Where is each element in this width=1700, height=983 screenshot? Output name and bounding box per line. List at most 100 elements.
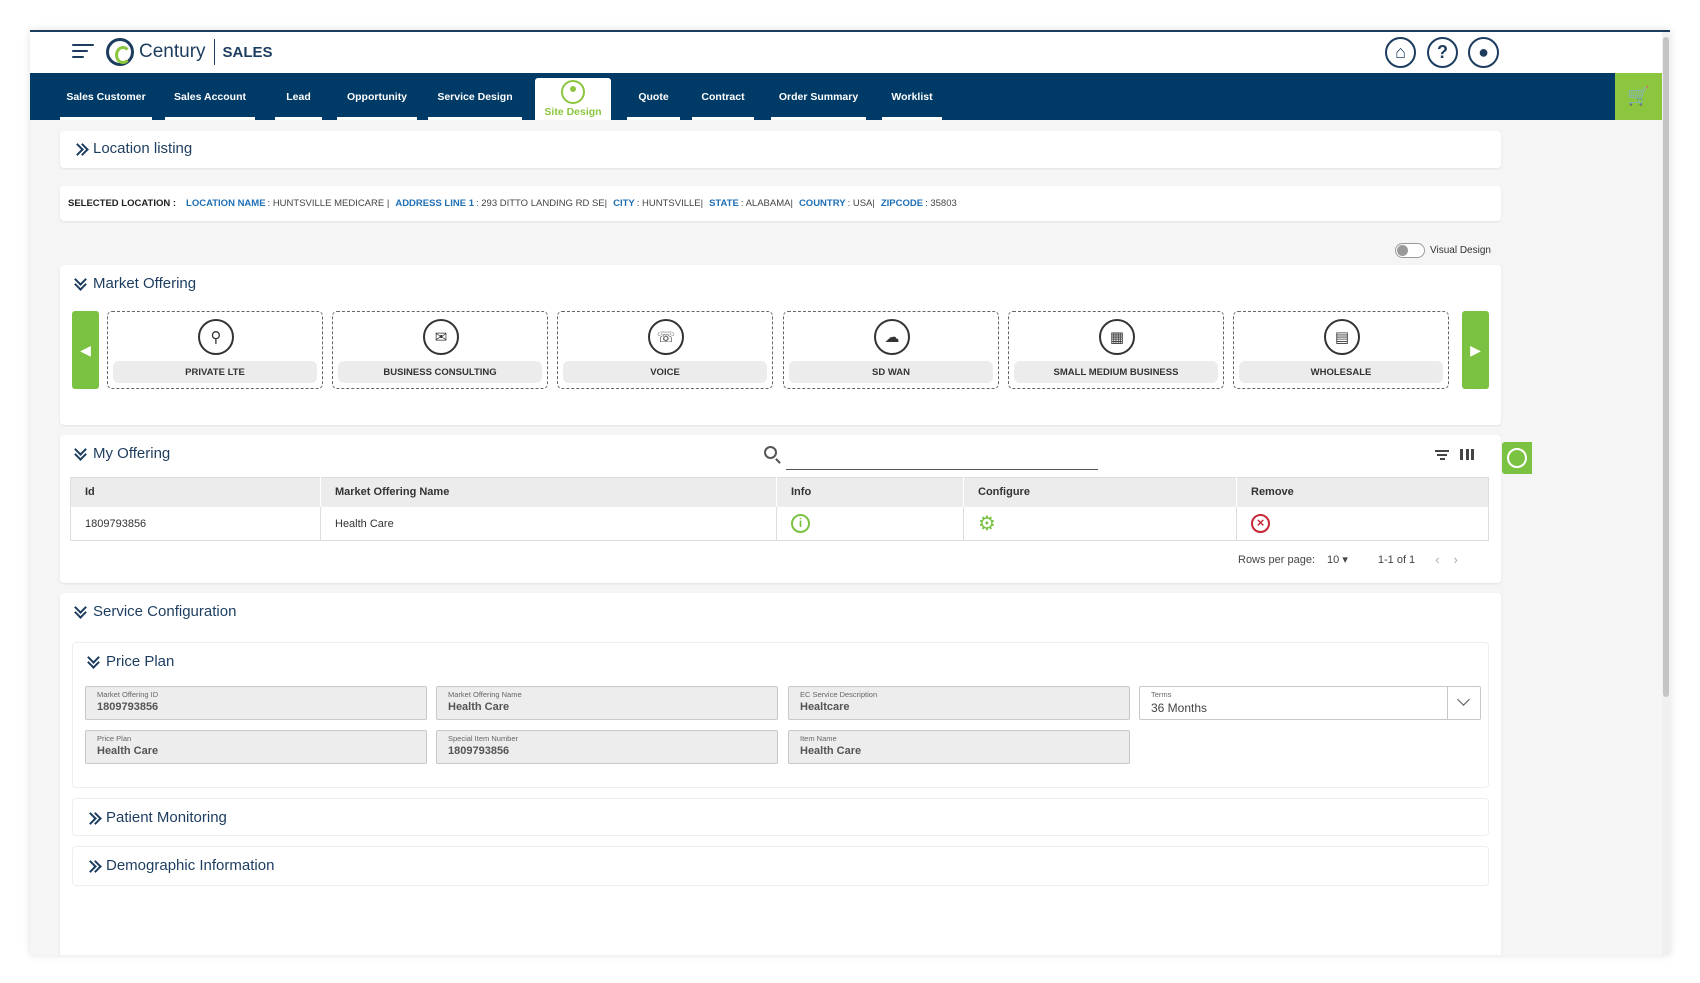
ec-service-description-field: EC Service Description Healtcare xyxy=(788,686,1130,720)
scrollbar-thumb[interactable] xyxy=(1663,37,1669,697)
prev-page-icon[interactable]: ‹ xyxy=(1435,552,1439,567)
column-header-remove[interactable]: Remove xyxy=(1236,477,1489,507)
location-listing-header[interactable]: Location listing xyxy=(74,140,192,157)
patient-monitoring-header[interactable]: Patient Monitoring xyxy=(87,809,227,826)
demographic-information-section[interactable]: Demographic Information xyxy=(72,846,1489,886)
chevron-down-icon[interactable] xyxy=(1447,687,1480,719)
tile-label: BUSINESS CONSULTING xyxy=(338,361,542,383)
table-header-row: Id Market Offering Name Info Configure R… xyxy=(70,477,1489,507)
zipcode-value: : 35803 xyxy=(925,198,957,209)
city-value: : HUNTSVILLE xyxy=(636,198,701,209)
app-name: SALES xyxy=(222,43,273,61)
section-title: Price Plan xyxy=(106,653,175,670)
country-value: : USA xyxy=(847,198,873,209)
demographic-information-header[interactable]: Demographic Information xyxy=(87,857,274,874)
field-label: Terms xyxy=(1151,690,1172,699)
market-offering-id-field: Market Offering ID 1809793856 xyxy=(85,686,427,720)
top-bar: Century SALES ⌂ ? ● xyxy=(30,32,1670,73)
tab-site-design[interactable]: Site Design xyxy=(535,78,611,120)
offering-tile-voice[interactable]: ☏ VOICE xyxy=(557,311,773,389)
cart-icon[interactable]: 🛒 xyxy=(1615,73,1662,120)
next-page-icon[interactable]: › xyxy=(1454,552,1458,567)
selected-location-bar: SELECTED LOCATION : LOCATION NAME: HUNTS… xyxy=(60,186,1501,221)
field-label: Item Name xyxy=(800,734,837,743)
side-assistant-icon[interactable] xyxy=(1502,442,1532,474)
my-offering-header[interactable]: My Offering xyxy=(74,445,170,462)
item-name-field: Item Name Health Care xyxy=(788,730,1130,764)
tab-label: Sales Account xyxy=(174,90,246,103)
offering-tile-small-medium-business[interactable]: ▦ SMALL MEDIUM BUSINESS xyxy=(1008,311,1224,389)
collapse-chevron-icon xyxy=(74,277,88,291)
tab-worklist[interactable]: Worklist xyxy=(882,73,942,120)
city-key: CITY xyxy=(613,198,635,209)
tab-opportunity[interactable]: Opportunity xyxy=(337,73,417,120)
info-icon[interactable]: i xyxy=(791,514,810,533)
offering-tile-business-consulting[interactable]: ✉ BUSINESS CONSULTING xyxy=(332,311,548,389)
tab-contract[interactable]: Contract xyxy=(692,73,754,120)
field-label: Special Item Number xyxy=(448,734,519,743)
section-title: Market Offering xyxy=(93,275,197,292)
brand-name: Century xyxy=(139,41,206,62)
section-title: Location listing xyxy=(93,140,193,157)
chat-icon: ✉ xyxy=(423,319,459,355)
location-listing-section[interactable]: Location listing xyxy=(60,131,1501,168)
offering-tile-sd-wan[interactable]: ☁ SD WAN xyxy=(783,311,999,389)
tab-label: Worklist xyxy=(891,90,933,103)
hamburger-menu-icon[interactable] xyxy=(72,44,94,60)
tab-sales-account[interactable]: Sales Account xyxy=(165,73,255,120)
column-header-market-offering-name[interactable]: Market Offering Name xyxy=(320,477,777,507)
remove-icon[interactable]: × xyxy=(1251,514,1270,533)
collapse-chevron-icon xyxy=(74,605,88,619)
rows-per-page-select[interactable]: 10 ▾ xyxy=(1327,553,1348,566)
expand-chevron-icon xyxy=(74,142,88,156)
selected-location-details: SELECTED LOCATION : LOCATION NAME: HUNTS… xyxy=(68,198,957,209)
gear-icon[interactable]: ⚙ xyxy=(978,514,996,534)
columns-icon[interactable] xyxy=(1460,449,1474,460)
visual-design-toggle[interactable] xyxy=(1395,243,1425,258)
tab-lead[interactable]: Lead xyxy=(275,73,322,120)
tile-label: WHOLESALE xyxy=(1239,361,1443,383)
price-plan-header[interactable]: Price Plan xyxy=(87,653,174,670)
carousel-prev-button[interactable]: ◀ xyxy=(72,311,99,389)
user-icon[interactable]: ● xyxy=(1468,37,1499,68)
state-key: STATE xyxy=(709,198,739,209)
service-configuration-header[interactable]: Service Configuration xyxy=(74,603,236,620)
cell-remove: × xyxy=(1236,506,1489,541)
column-header-configure[interactable]: Configure xyxy=(963,477,1237,507)
cloud-network-icon: ☁ xyxy=(874,319,910,355)
field-value: 1809793856 xyxy=(448,745,510,757)
page-scrollbar[interactable] xyxy=(1662,32,1670,955)
filter-icon[interactable] xyxy=(1435,450,1449,460)
offering-tile-private-lte[interactable]: ⚲ PRIVATE LTE xyxy=(107,311,323,389)
terms-select[interactable]: Terms 36 Months xyxy=(1139,686,1481,720)
logo: Century SALES xyxy=(106,37,273,67)
carousel-next-button[interactable]: ▶ xyxy=(1462,311,1489,389)
market-offering-header[interactable]: Market Offering xyxy=(74,275,196,292)
offering-tile-wholesale[interactable]: ▤ WHOLESALE xyxy=(1233,311,1449,389)
patient-monitoring-section[interactable]: Patient Monitoring xyxy=(72,798,1489,836)
field-label: EC Service Description xyxy=(800,690,878,699)
field-value: 1809793856 xyxy=(97,701,159,713)
tab-order-summary[interactable]: Order Summary xyxy=(771,73,866,120)
section-title: Patient Monitoring xyxy=(106,809,227,826)
column-header-id[interactable]: Id xyxy=(70,477,321,507)
boxes-icon: ▤ xyxy=(1324,319,1360,355)
table-row[interactable]: 1809793856 Health Care i ⚙ × xyxy=(70,506,1489,541)
home-icon[interactable]: ⌂ xyxy=(1385,37,1416,68)
search-icon[interactable] xyxy=(764,446,777,459)
column-header-info[interactable]: Info xyxy=(776,477,964,507)
country-key: COUNTRY xyxy=(798,198,846,209)
offering-search-input[interactable] xyxy=(786,442,1098,470)
field-value: 36 Months xyxy=(1151,701,1208,715)
tab-quote[interactable]: Quote xyxy=(627,73,680,120)
tab-label: Opportunity xyxy=(346,90,408,103)
tab-label: Service Design xyxy=(437,90,513,103)
tab-label: Contract xyxy=(701,90,745,103)
tab-service-design[interactable]: Service Design xyxy=(428,73,522,120)
help-icon[interactable]: ? xyxy=(1427,37,1458,68)
market-offering-name-field: Market Offering Name Health Care xyxy=(436,686,778,720)
tab-sales-customer[interactable]: Sales Customer xyxy=(60,73,152,120)
century-logo-icon xyxy=(106,38,134,66)
rows-per-page-value: 10 xyxy=(1327,554,1340,566)
main-nav: Sales Customer Sales Account Lead Opport… xyxy=(30,73,1670,120)
